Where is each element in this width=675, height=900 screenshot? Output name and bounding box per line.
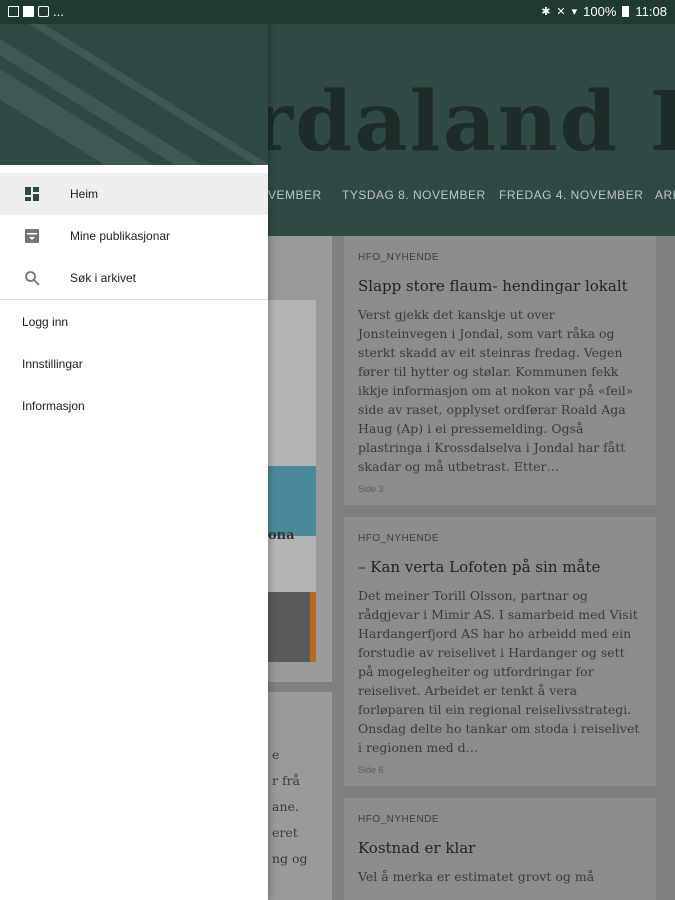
drawer-header <box>0 24 268 165</box>
date-tab[interactable]: TYSDAG 8. NOVEMBER <box>342 188 486 202</box>
article-page: Side 6 <box>358 765 384 775</box>
mute-icon: ✕ <box>556 6 566 18</box>
ad-accent <box>310 592 316 662</box>
status-bar: ... ✱ ✕ ▾ 100% 11:08 <box>0 0 675 24</box>
date-tab[interactable]: ARK <box>655 188 675 202</box>
article-card[interactable]: HFO_NYHENDE Slapp store flaum- hendingar… <box>344 236 656 505</box>
menu-item-mine-publikasjonar[interactable]: Mine publikasjonar <box>0 215 268 257</box>
menu-item-heim[interactable]: Heim <box>0 173 268 215</box>
article-page: Side 3 <box>358 484 384 494</box>
article-headline: – Kan verta Lofoten på sin måte <box>358 558 601 576</box>
newspaper-page-thumbnail[interactable]: ona <box>260 236 332 682</box>
article-section: HFO_NYHENDE <box>358 814 440 825</box>
menu-item-label: Mine publikasjonar <box>70 229 171 243</box>
wifi-icon: ▾ <box>571 6 578 18</box>
search-icon <box>25 271 40 286</box>
snippet-line: eret <box>272 825 298 840</box>
article-section: HFO_NYHENDE <box>358 252 440 263</box>
navigation-drawer: Heim Mine publikasjonar Søk i arkivet Lo… <box>0 0 268 900</box>
menu-item-logg-inn[interactable]: Logg inn <box>22 315 68 329</box>
menu-item-informasjon[interactable]: Informasjon <box>22 399 85 413</box>
snippet-line: e <box>272 747 280 762</box>
dashboard-icon <box>25 187 39 201</box>
bluetooth-icon: ✱ <box>541 6 551 18</box>
snippet-line: ng og <box>272 851 308 866</box>
masthead-title: rdaland Folk <box>250 74 675 170</box>
shopping-bag-icon <box>38 6 49 17</box>
article-body: Vel å merka er estimatet grovt og må <box>358 869 595 884</box>
archive-box-icon <box>25 229 39 243</box>
picture-icon <box>8 6 19 17</box>
article-headline: Kostnad er klar <box>358 839 476 857</box>
clock: 11:08 <box>635 4 667 19</box>
menu-item-sok-i-arkivet[interactable]: Søk i arkivet <box>0 257 268 299</box>
drawer-divider <box>0 299 268 300</box>
article-body: Verst gjekk det kanskje ut over Jonstein… <box>358 307 634 474</box>
article-body: Det meiner Torill Olsson, partnar og råd… <box>358 588 640 755</box>
article-section: HFO_NYHENDE <box>358 533 440 544</box>
newspaper-page-thumbnail-2[interactable]: e r frå ane. eret ng og <box>260 692 332 900</box>
date-tab[interactable]: FREDAG 4. NOVEMBER <box>499 188 643 202</box>
article-card[interactable]: HFO_NYHENDE – Kan verta Lofoten på sin m… <box>344 517 656 786</box>
snippet-line: ane. <box>272 799 299 814</box>
battery-icon <box>622 6 630 17</box>
pool-photo <box>268 466 316 536</box>
date-tab[interactable]: VEMBER <box>268 188 322 202</box>
menu-item-innstillingar[interactable]: Innstillingar <box>22 357 83 371</box>
snippet-line: r frå <box>272 773 301 788</box>
menu-item-label: Heim <box>70 187 99 201</box>
ad-photo <box>268 592 316 662</box>
more-notifications-icon: ... <box>53 4 64 19</box>
menu-item-label: Søk i arkivet <box>70 271 137 285</box>
article-headline: Slapp store flaum- hendingar lokalt <box>358 277 628 295</box>
article-card[interactable]: HFO_NYHENDE Kostnad er klar Vel å merka … <box>344 798 656 900</box>
thumb-headline: ona <box>268 528 295 543</box>
battery-level: 100% <box>583 4 617 19</box>
flipboard-icon <box>23 6 34 17</box>
